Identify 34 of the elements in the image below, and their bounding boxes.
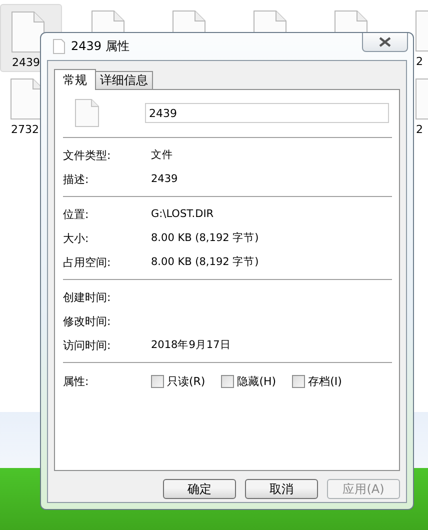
name-field[interactable]: 2439 [145,103,389,123]
file-icon [75,99,99,127]
file-item[interactable]: 2 [405,72,428,140]
file-icon [11,11,45,53]
file-icon [53,39,65,54]
property-label: 修改时间: [63,314,112,328]
property-label: 描述: [63,172,90,186]
attribute-checkbox[interactable]: 存档(I) [292,374,342,388]
attribute-checkbox[interactable]: 只读(R) [151,374,206,388]
property-label: 属性: [63,374,90,388]
tab[interactable]: 详细信息 [95,71,153,89]
checkbox[interactable] [151,374,164,388]
close-icon [378,37,392,47]
property-label: 位置: [63,206,90,222]
checkbox[interactable] [221,374,234,388]
property-label: 文件类型: [63,148,112,162]
property-value: G:\LOST.DIR [151,208,214,220]
file-item[interactable]: 2 [405,4,428,72]
window-title: 2439 属性 [71,38,130,55]
property-value: 2439 [151,173,178,185]
checkbox[interactable] [292,374,306,388]
tab[interactable]: 常规 [54,69,96,90]
property-label: 占用空间: [63,254,112,270]
dialog-button[interactable]: 取消 [245,479,318,499]
property-value: 2018年9月17日 [151,338,231,352]
property-label: 访问时间: [63,338,112,352]
property-value: 8.00 KB (8,192 字节) [151,255,259,269]
property-label: 创建时间: [63,290,112,304]
property-value: 8.00 KB (8,192 字节) [151,231,259,245]
property-value: 文件 [151,148,173,162]
property-label: 大小: [63,230,90,246]
dialog-button[interactable]: 确定 [163,479,236,499]
close-button[interactable] [362,33,408,52]
attribute-checkbox[interactable]: 隐藏(H) [221,374,276,388]
